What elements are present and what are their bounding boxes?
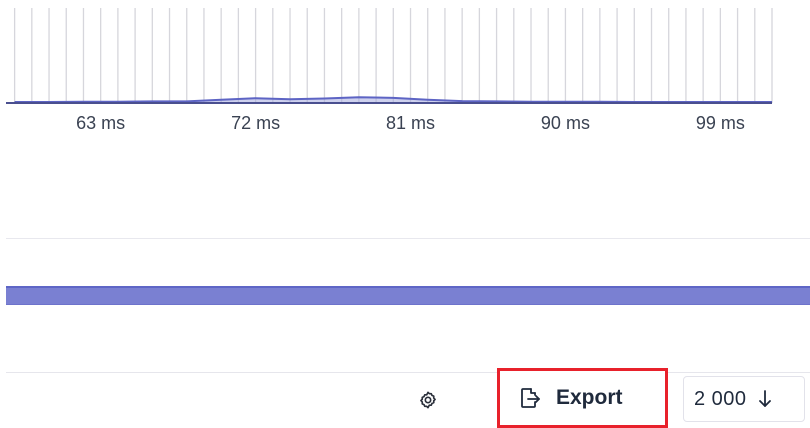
x-tick-label: 99 ms	[696, 113, 745, 133]
settings-button[interactable]	[415, 387, 441, 413]
gear-icon	[420, 391, 436, 409]
row-count-selector[interactable]: 2 000	[683, 376, 805, 422]
timeline-bar	[6, 286, 810, 305]
export-button-label: Export	[556, 386, 623, 409]
x-tick-label: 63 ms	[76, 113, 125, 133]
export-button[interactable]: Export	[497, 368, 668, 428]
chart-grid	[13, 8, 773, 103]
x-tick-label: 90 ms	[541, 113, 590, 133]
row-count-value: 2 000	[694, 387, 747, 410]
arrow-down-icon	[756, 388, 774, 410]
chart-x-axis-ticks: 63 ms 72 ms 81 ms 90 ms 99 ms	[76, 113, 745, 133]
latency-chart: 63 ms 72 ms 81 ms 90 ms 99 ms	[6, 8, 773, 133]
x-tick-label: 81 ms	[386, 113, 435, 133]
export-file-icon	[516, 385, 542, 411]
x-tick-label: 72 ms	[231, 113, 280, 133]
section-divider	[6, 238, 810, 239]
page: 63 ms 72 ms 81 ms 90 ms 99 ms Export 2 000	[0, 0, 810, 428]
toolbar-divider	[6, 372, 810, 373]
